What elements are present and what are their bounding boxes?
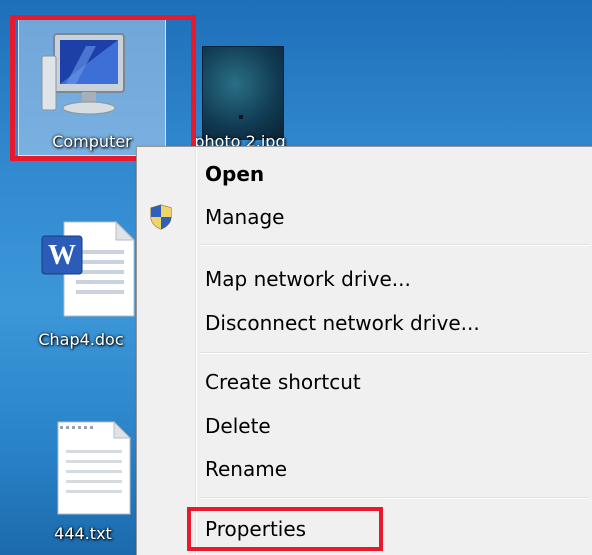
properties-highlight-box <box>187 507 383 551</box>
menu-separator <box>199 352 589 354</box>
computer-highlight-box <box>10 15 196 161</box>
menu-item-delete[interactable]: Delete <box>137 406 592 446</box>
menu-item-open[interactable]: Open <box>137 154 592 194</box>
menu-separator <box>199 244 589 246</box>
svg-text:W: W <box>48 240 76 271</box>
image-file-icon <box>202 46 284 140</box>
uac-shield-icon <box>150 204 172 230</box>
menu-item-rename[interactable]: Rename <box>137 449 592 489</box>
menu-item-label: Delete <box>205 414 271 438</box>
menu-item-create-shortcut[interactable]: Create shortcut <box>137 362 592 402</box>
menu-item-label: Manage <box>205 205 285 229</box>
context-menu: Open Manage Map network drive... Disconn… <box>136 146 592 555</box>
menu-separator <box>199 497 589 499</box>
menu-item-label: Open <box>205 162 265 186</box>
menu-item-manage[interactable]: Manage <box>137 197 592 237</box>
menu-item-label: Disconnect network drive... <box>205 311 480 335</box>
menu-item-label: Map network drive... <box>205 267 411 291</box>
desktop-icon-label: Chap4.doc <box>38 330 124 349</box>
menu-item-label: Create shortcut <box>205 370 361 394</box>
menu-item-map-network-drive[interactable]: Map network drive... <box>137 259 592 299</box>
menu-item-label: Rename <box>205 457 288 481</box>
text-file-icon <box>57 420 132 515</box>
desktop-icon-label: 444.txt <box>54 524 112 543</box>
desktop: Computer photo 2.jpg W Chap4.doc 444.txt… <box>0 0 592 555</box>
word-document-icon: W <box>41 220 136 317</box>
menu-item-disconnect-network-drive[interactable]: Disconnect network drive... <box>137 303 592 343</box>
